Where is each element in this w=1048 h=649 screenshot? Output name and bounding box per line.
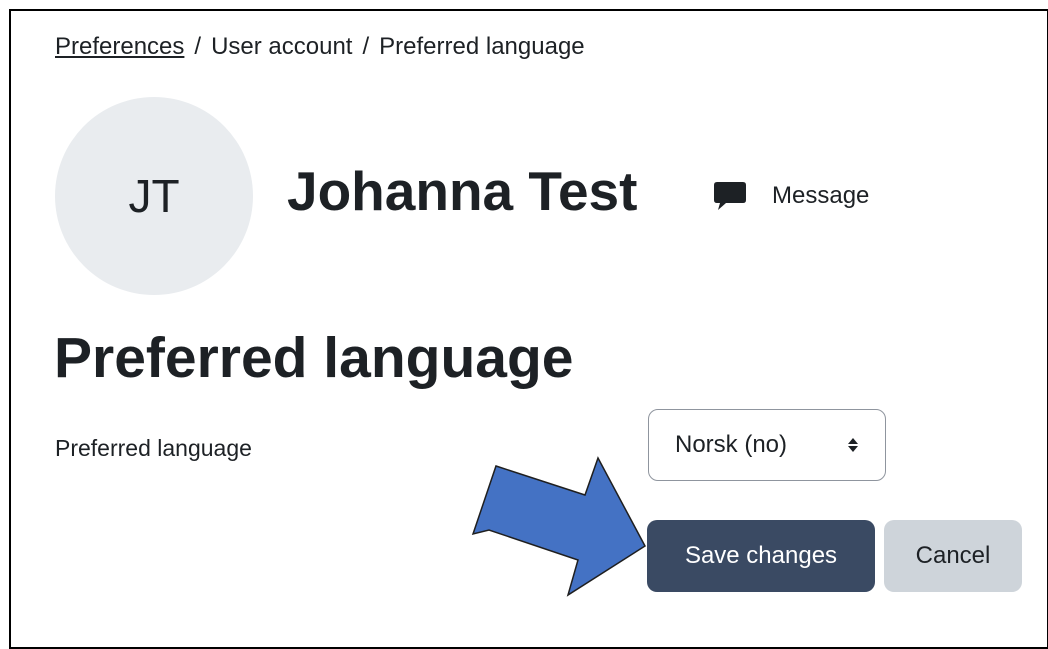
language-select[interactable]: Norsk (no) (648, 409, 886, 481)
save-changes-button[interactable]: Save changes (647, 520, 875, 592)
breadcrumb-user-account: User account (211, 33, 353, 60)
breadcrumb-separator: / (362, 33, 370, 60)
message-label: Message (772, 182, 870, 209)
breadcrumb-separator: / (194, 33, 202, 60)
cancel-button[interactable]: Cancel (884, 520, 1022, 592)
user-full-name: Johanna Test (287, 160, 638, 222)
language-select-value: Norsk (no) (675, 431, 788, 458)
breadcrumb-preferences-link[interactable]: Preferences (55, 33, 184, 60)
avatar-initials: JT (128, 170, 180, 222)
speech-bubble-icon (714, 182, 746, 210)
sort-arrows-icon (848, 438, 858, 452)
breadcrumb-current: Preferred language (379, 33, 585, 60)
preferred-language-label: Preferred language (55, 435, 252, 461)
avatar: JT (55, 97, 253, 295)
page-title: Preferred language (54, 326, 574, 390)
breadcrumb: Preferences / User account / Preferred langu… (55, 33, 585, 61)
message-button[interactable]: Message (712, 180, 869, 212)
